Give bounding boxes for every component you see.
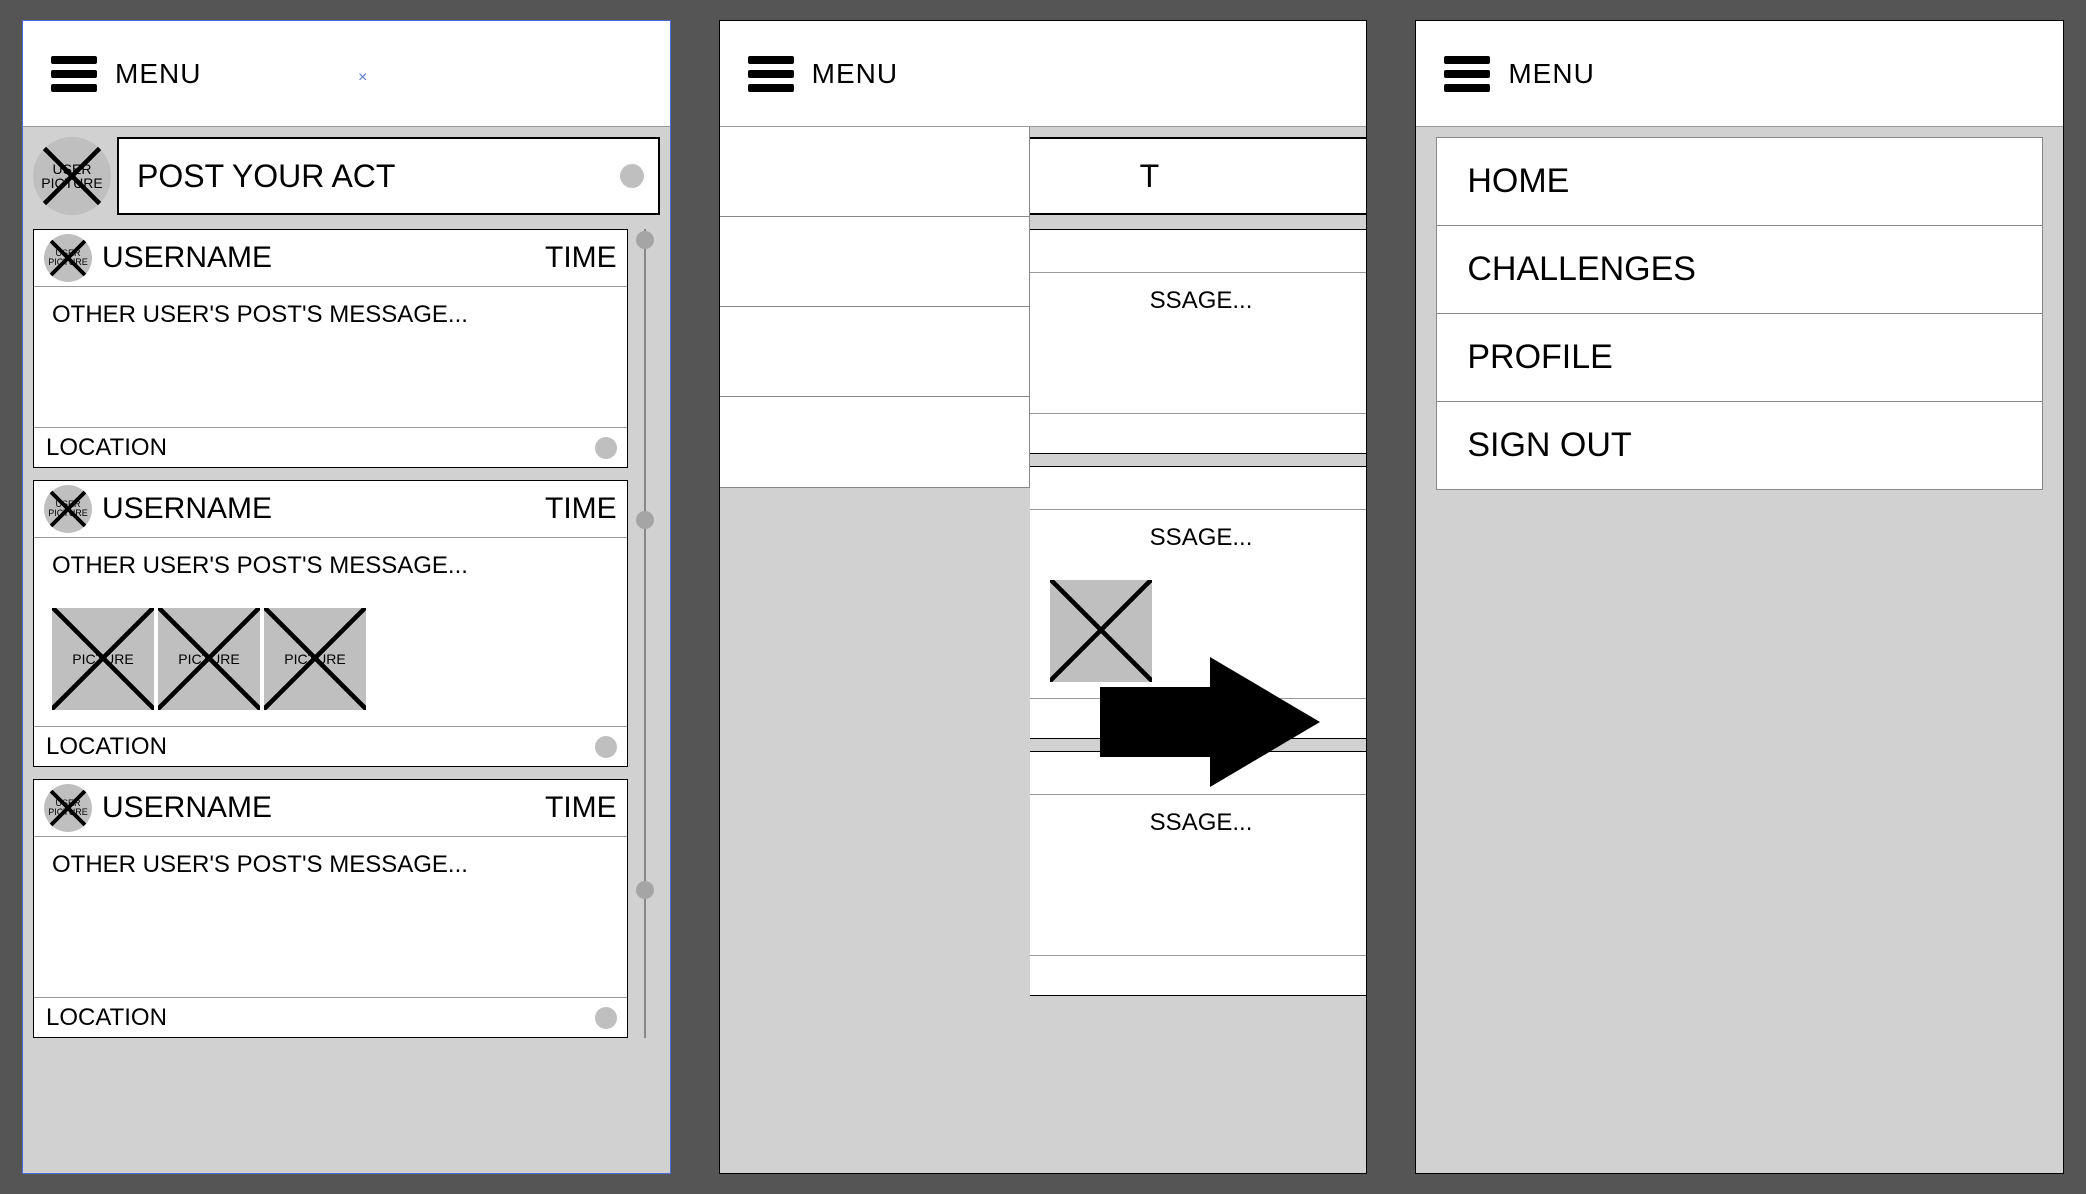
post-time: TIME — [545, 791, 617, 825]
post-card[interactable]: USER PICTURE USERNAME TIME OTHER USER'S … — [33, 229, 628, 468]
picture-placeholder-label: PICTURE — [72, 651, 133, 667]
menu-label: MENU — [1508, 58, 1594, 90]
post-footer — [1030, 413, 1367, 453]
drawer-sliding — [720, 127, 1030, 488]
compose-input[interactable]: POST YOUR ACT — [117, 137, 660, 215]
post-header: USER PICTURE USERNAME TIME — [34, 230, 627, 287]
compose-placeholder-trunc: T — [1140, 158, 1160, 195]
post-card[interactable]: USER PICTURE USERNAME TIME OTHER USER'S … — [33, 480, 628, 767]
post-location[interactable]: LOCATION — [46, 434, 167, 462]
post-picture[interactable]: PICTURE — [158, 608, 260, 710]
post-avatar[interactable]: USER PICTURE — [44, 234, 92, 282]
post-avatar[interactable]: USER PICTURE — [44, 485, 92, 533]
post-message: OTHER USER'S POST'S MESSAGE... — [52, 552, 609, 580]
compose-placeholder: POST YOUR ACT — [137, 158, 395, 195]
scroll-thumb[interactable] — [636, 511, 654, 529]
post-header: TIME — [1030, 230, 1367, 273]
drawer-item[interactable] — [720, 397, 1029, 487]
drawer-item[interactable] — [720, 217, 1029, 307]
arrow-right-icon — [1100, 657, 1320, 787]
app-header: MENU × — [23, 21, 670, 127]
menu-item-profile[interactable]: PROFILE — [1436, 314, 2043, 402]
menu-label: MENU — [812, 58, 898, 90]
compose-input[interactable]: T — [1030, 137, 1367, 215]
post-card[interactable]: USER PICTURE USERNAME TIME OTHER USER'S … — [33, 779, 628, 1038]
post-message: OTHER USER'S POST'S MESSAGE... — [34, 287, 627, 427]
post-avatar[interactable]: USER PICTURE — [44, 784, 92, 832]
scroll-thumb[interactable] — [636, 881, 654, 899]
scroll-thumb[interactable] — [636, 231, 654, 249]
feed-list: USER PICTURE USERNAME TIME OTHER USER'S … — [33, 229, 660, 1038]
close-icon[interactable]: × — [358, 69, 367, 87]
body: T TIME SSAGE... — [720, 127, 1367, 1173]
hamburger-icon[interactable] — [748, 56, 794, 92]
picture-placeholder-label: PICTURE — [178, 651, 239, 667]
menu-label: MENU — [115, 58, 201, 90]
post-picture[interactable]: PICTURE — [52, 608, 154, 710]
post-time: TIME — [545, 241, 617, 275]
avatar-placeholder-label: USER PICTURE — [44, 234, 92, 282]
post-location[interactable]: LOCATION — [46, 1004, 167, 1032]
feed-body: USER PICTURE POST YOUR ACT USE — [23, 127, 670, 1173]
post-location[interactable]: LOCATION — [46, 733, 167, 761]
post-pictures-row: PICTURE PICTURE PICTURE — [52, 608, 609, 710]
post-message: OTHER USER'S POST'S MESSAGE... — [34, 837, 627, 997]
post-footer: LOCATION — [34, 427, 627, 467]
post-message: SSAGE... — [1150, 524, 1367, 552]
app-header: MENU — [1416, 21, 2063, 127]
menu-list: HOME CHALLENGES PROFILE SIGN OUT — [1436, 137, 2043, 490]
screen-menu-open: MENU HOME CHALLENGES PROFILE SIGN OUT — [1415, 20, 2064, 1174]
menu-item-home[interactable]: HOME — [1436, 138, 2043, 226]
post-header: USER PICTURE USERNAME TIME — [34, 780, 627, 837]
post-footer — [1030, 955, 1367, 995]
screen-drawer-opening: MENU T TIME SSAGE... — [719, 20, 1368, 1174]
body: HOME CHALLENGES PROFILE SIGN OUT — [1416, 127, 2063, 1173]
post-username[interactable]: USERNAME — [102, 791, 272, 825]
post-header: USER PICTURE USERNAME TIME — [34, 481, 627, 538]
post-time: TIME — [545, 492, 617, 526]
avatar-placeholder-label: USER PICTURE — [44, 485, 92, 533]
menu-item-challenges[interactable]: CHALLENGES — [1436, 226, 2043, 314]
avatar-placeholder-label: USER PICTURE — [33, 137, 111, 215]
menu-item-signout[interactable]: SIGN OUT — [1436, 402, 2043, 490]
post-username[interactable]: USERNAME — [102, 241, 272, 275]
post-footer: LOCATION — [34, 997, 627, 1037]
post-card[interactable]: TIME SSAGE... — [1030, 229, 1367, 454]
drawer-item[interactable] — [720, 307, 1029, 397]
app-header: MENU — [720, 21, 1367, 127]
post-action-icon[interactable] — [595, 736, 617, 758]
compose-action-icon[interactable] — [620, 164, 644, 188]
feed-area-shifted: T TIME SSAGE... — [1020, 127, 1367, 996]
post-header: TIME — [1030, 467, 1367, 510]
post-composer: T — [1030, 135, 1367, 217]
post-picture[interactable]: PICTURE — [264, 608, 366, 710]
user-avatar[interactable]: USER PICTURE — [33, 137, 111, 215]
post-card[interactable]: TIME SSAGE... — [1030, 751, 1367, 996]
hamburger-icon[interactable] — [1444, 56, 1490, 92]
hamburger-icon[interactable] — [51, 56, 97, 92]
scrollbar[interactable] — [644, 229, 646, 1038]
post-message: SSAGE... — [1030, 795, 1367, 955]
post-action-icon[interactable] — [595, 1007, 617, 1029]
drawer-item[interactable] — [720, 127, 1029, 217]
post-composer: USER PICTURE POST YOUR ACT — [33, 135, 660, 217]
picture-placeholder-label: PICTURE — [284, 651, 345, 667]
post-username[interactable]: USERNAME — [102, 492, 272, 526]
feed-area: USER PICTURE POST YOUR ACT USE — [23, 127, 670, 1038]
post-body: OTHER USER'S POST'S MESSAGE... PICTURE P… — [34, 538, 627, 726]
feed-list: TIME SSAGE... TIME SSAGE... — [1030, 229, 1367, 996]
post-message: SSAGE... — [1030, 273, 1367, 413]
post-footer: LOCATION — [34, 726, 627, 766]
post-action-icon[interactable] — [595, 437, 617, 459]
screen-feed: MENU × USER PICTURE POST YOUR ACT — [22, 20, 671, 1174]
avatar-placeholder-label: USER PICTURE — [44, 784, 92, 832]
